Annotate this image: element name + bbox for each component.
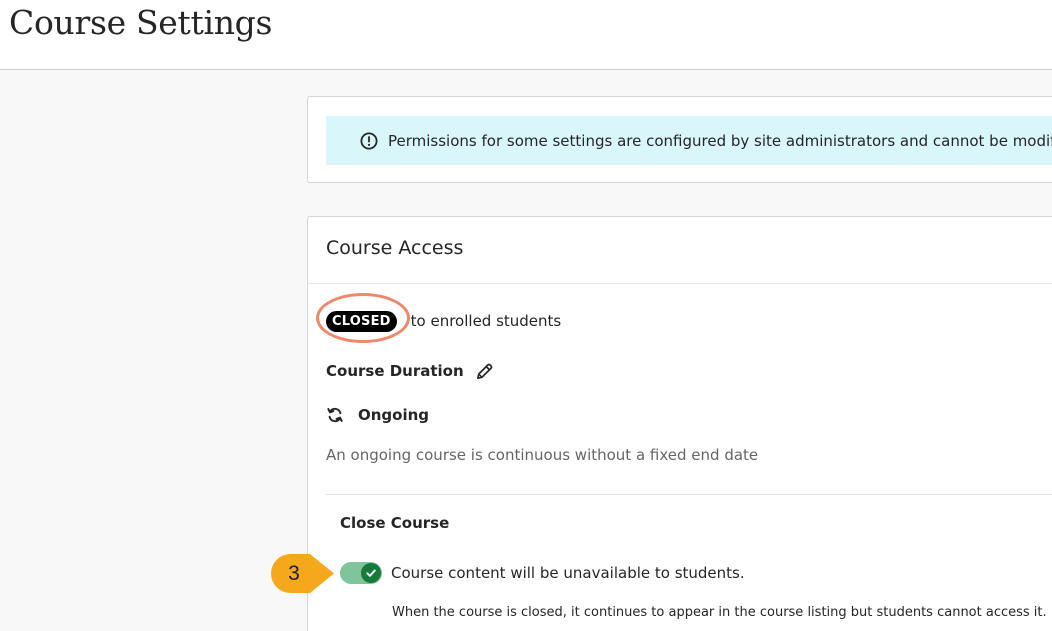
close-course-title: Close Course [340,514,450,532]
ongoing-label: Ongoing [358,406,430,424]
close-course-toggle-label: Course content will be unavailable to st… [391,564,745,582]
close-course-toggle-row: Course content will be unavailable to st… [340,562,745,584]
course-duration-row: Course Duration [326,360,496,382]
ongoing-row: Ongoing [326,406,429,424]
course-duration-label: Course Duration [326,362,464,380]
section-divider [326,494,1052,495]
step-callout: 3 [271,554,335,593]
status-badge: CLOSED [326,310,397,332]
access-status: CLOSED to enrolled students [326,309,561,333]
edit-duration-button[interactable] [474,360,496,382]
course-access-title: Course Access [326,237,464,259]
page-title: Course Settings [9,3,273,42]
course-access-card: Course Access CLOSED to enrolled student… [307,216,1052,631]
status-text: to enrolled students [410,312,562,330]
permissions-notice: Permissions for some settings are config… [326,116,1052,165]
callout-number: 3 [288,561,300,585]
close-course-help-text: When the course is closed, it continues … [392,605,1047,620]
info-circle-icon [360,132,378,149]
refresh-icon [327,407,343,423]
notice-card: Permissions for some settings are config… [307,96,1052,183]
ongoing-description: An ongoing course is continuous without … [326,446,759,464]
pencil-icon [477,363,493,379]
checkmark-icon [366,569,376,577]
page-header: Course Settings [0,0,1052,70]
card-header: Course Access [308,217,1052,284]
notice-text: Permissions for some settings are config… [388,131,1052,150]
close-course-toggle[interactable] [340,562,382,584]
toggle-knob [361,563,381,583]
